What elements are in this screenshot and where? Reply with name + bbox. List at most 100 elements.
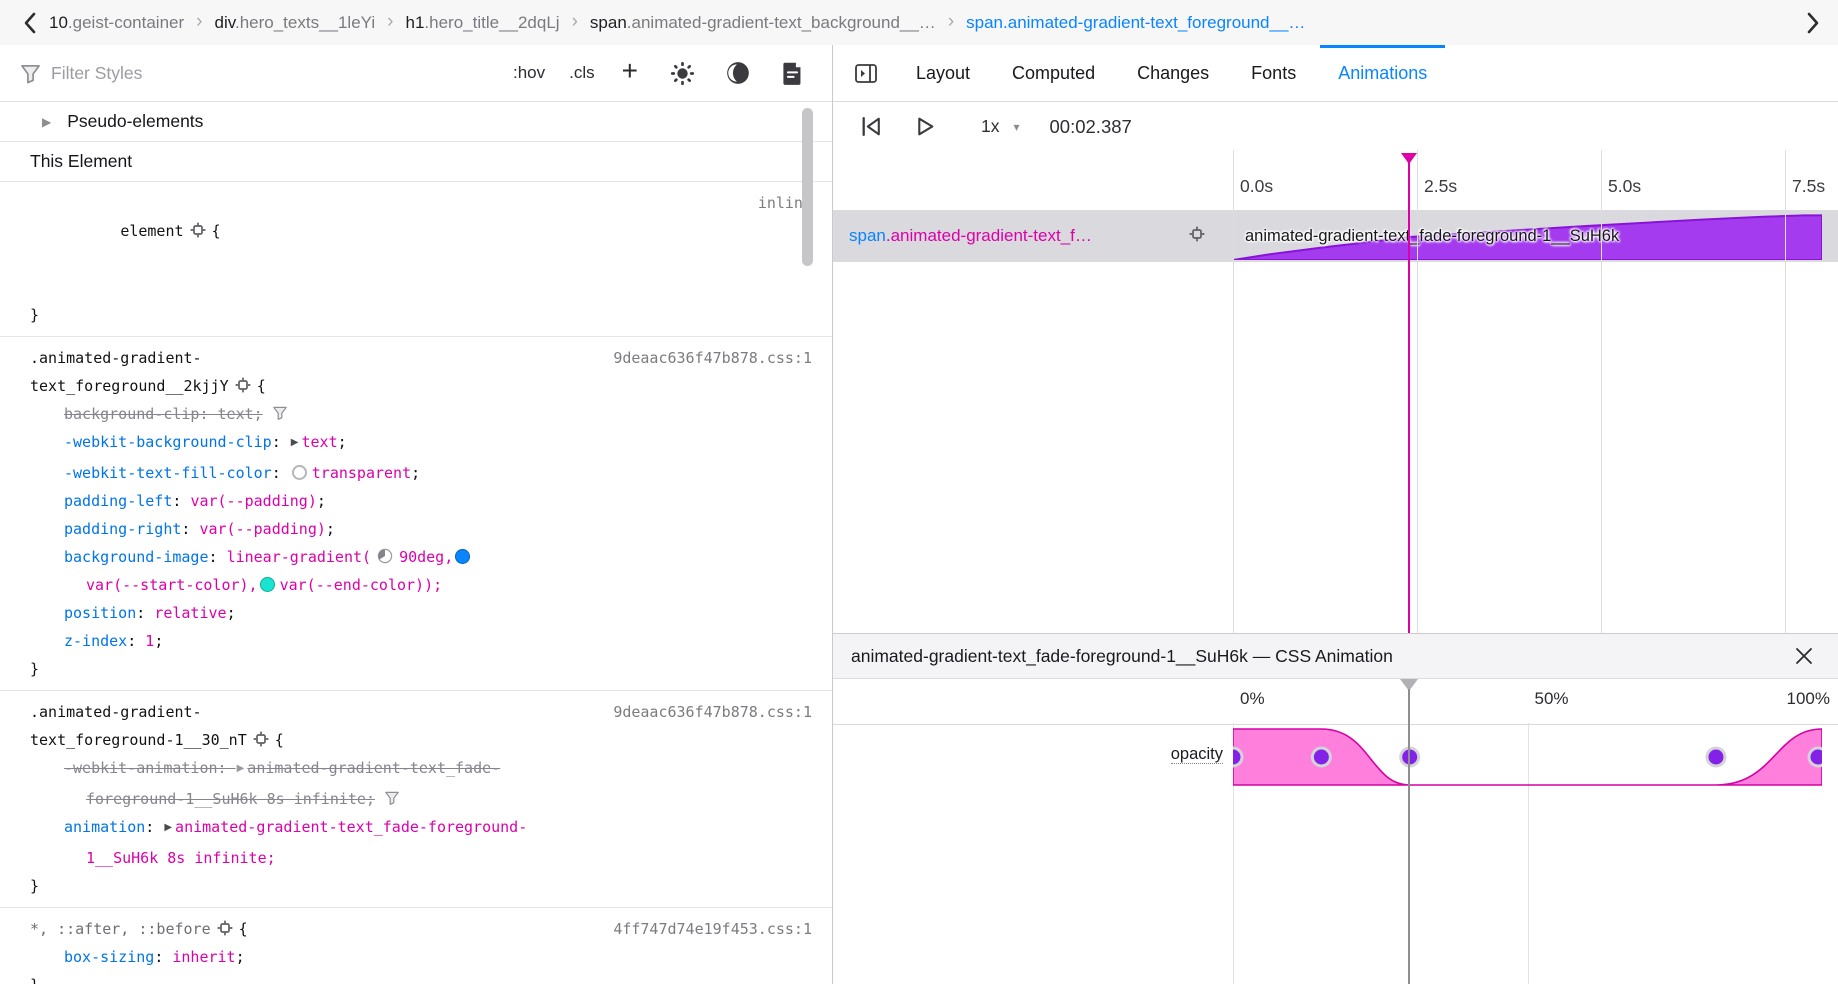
property-name[interactable]: background-image <box>64 548 209 566</box>
percent-tick-label: 100% <box>1787 689 1830 709</box>
rule-close-brace: } <box>30 872 810 900</box>
color-swatch[interactable] <box>455 549 470 564</box>
percent-tick-label: 0% <box>1240 689 1265 709</box>
light-mode-icon[interactable] <box>660 61 705 86</box>
property-name[interactable]: box-sizing <box>64 948 154 966</box>
rule-selector[interactable]: text_foreground__2kjjY{ <box>30 372 810 400</box>
css-declaration: foreground-1__SuH6k 8s infinite; <box>30 785 810 813</box>
filter-property-icon[interactable] <box>272 405 288 421</box>
breadcrumb-item[interactable]: span.animated-gradient-text_background__… <box>590 13 936 33</box>
crumb-class: .animated-gradient-text_foreground__… <box>1003 13 1305 32</box>
property-name[interactable]: -webkit-background-clip <box>64 433 272 451</box>
dark-mode-icon[interactable] <box>715 60 761 86</box>
pseudo-elements-label: Pseudo-elements <box>67 111 203 132</box>
playback-rate-select[interactable]: 1x ▾ <box>981 116 1020 137</box>
tab-animations[interactable]: Animations <box>1317 45 1448 101</box>
panel-toggle-icon[interactable] <box>849 64 883 83</box>
property-name[interactable]: -webkit-text-fill-color <box>64 464 272 482</box>
css-declaration: animation: ▶animated-gradient-text_fade-… <box>30 813 810 844</box>
keyframe-dot[interactable] <box>1233 748 1242 766</box>
expand-value-icon[interactable]: ▶ <box>164 814 172 842</box>
property-name[interactable]: position <box>64 604 136 622</box>
stylesheet-source-link[interactable]: 4ff747d74e19f453.css:1 <box>613 915 812 943</box>
timeline-tick-label: 7.5s <box>1792 176 1825 197</box>
breadcrumb-item[interactable]: 10.geist-container <box>49 13 184 33</box>
pseudo-elements-section[interactable]: ▶ Pseudo-elements <box>0 102 832 142</box>
rule-selector[interactable]: .animated-gradient- 9deaac636f47b878.css:… <box>30 698 810 726</box>
keyframe-dot[interactable] <box>1312 748 1330 766</box>
property-value: var(--padding) <box>190 492 316 510</box>
property-name[interactable]: padding-left <box>64 492 172 510</box>
tab-changes[interactable]: Changes <box>1116 45 1230 101</box>
target-icon[interactable] <box>217 920 233 936</box>
breadcrumb-back-icon[interactable] <box>14 8 45 38</box>
element-rule-close: } <box>30 301 810 329</box>
keyframe-dot[interactable] <box>1809 748 1822 766</box>
css-declaration: z-index: 1; <box>30 627 810 655</box>
crumb-tag: span <box>966 13 1003 32</box>
property-value: inherit <box>172 948 235 966</box>
opacity-keyframes-graph[interactable] <box>1233 723 1822 795</box>
crumb-tag: div <box>214 13 234 32</box>
rule-selector[interactable]: text_foreground-1__30_nT{ <box>30 726 810 754</box>
rewind-button[interactable] <box>859 114 884 139</box>
collapse-caret-icon[interactable]: ▶ <box>42 115 51 129</box>
add-rule-button[interactable]: + <box>610 57 650 85</box>
animation-track-row[interactable]: span.animated-gradient-text_f… animated-… <box>833 210 1838 262</box>
element-rule-open[interactable]: element{ inline <box>30 189 810 301</box>
property-name[interactable]: padding-right <box>64 520 181 538</box>
animation-summary-bar[interactable] <box>1233 212 1822 260</box>
track-node-label[interactable]: span.animated-gradient-text_f… <box>849 210 1092 262</box>
rule-selector[interactable]: *, ::after, ::before{4ff747d74e19f453.cs… <box>30 915 810 943</box>
selector-text: .animated-gradient- <box>30 349 202 367</box>
crumb-class: .animated-gradient-text_background__… <box>627 13 936 32</box>
tab-layout[interactable]: Layout <box>895 45 991 101</box>
sidebar-tabbar: LayoutComputedChangesFontsAnimations <box>833 45 1838 102</box>
crumb-class: .hero_texts__1leYi <box>235 13 375 32</box>
color-swatch[interactable] <box>260 577 275 592</box>
stylesheet-source-link[interactable]: 9deaac636f47b878.css:1 <box>613 344 812 372</box>
filter-property-icon[interactable] <box>384 790 400 806</box>
breadcrumb-item[interactable]: span.animated-gradient-text_foreground__… <box>966 13 1305 33</box>
crumb-tag: span <box>590 13 627 32</box>
print-media-icon[interactable] <box>771 61 814 86</box>
toggle-hover-pseudo[interactable]: :hov <box>504 63 554 83</box>
rule-toggles: :hov .cls + <box>504 59 650 87</box>
filter-styles-input[interactable]: Filter Styles <box>51 63 494 84</box>
tab-fonts[interactable]: Fonts <box>1230 45 1317 101</box>
code-text: : <box>272 464 290 482</box>
keyframes-title: animated-gradient-text_fade-foreground-1… <box>851 646 1788 667</box>
target-icon[interactable] <box>1189 226 1205 242</box>
rules-scrollbar-thumb[interactable] <box>802 108 813 266</box>
breadcrumb-forward-icon[interactable] <box>1797 8 1828 38</box>
expand-value-icon[interactable]: ▶ <box>291 429 299 457</box>
rule-selector[interactable]: .animated-gradient- 9deaac636f47b878.css:… <box>30 344 810 372</box>
expand-value-icon[interactable]: ▶ <box>237 755 245 783</box>
property-link[interactable]: opacity <box>1171 745 1223 764</box>
selector-text: .animated-gradient- <box>30 703 202 721</box>
property-name[interactable]: animation <box>64 818 145 836</box>
breadcrumb-item[interactable]: h1.hero_title__2dqLj <box>405 13 559 33</box>
keyframes-playhead-line <box>1408 689 1410 984</box>
stylesheet-source-link[interactable]: 9deaac636f47b878.css:1 <box>613 698 812 726</box>
playhead-handle[interactable] <box>1401 153 1417 164</box>
target-icon[interactable] <box>253 731 269 747</box>
property-value: var(--end-color)); <box>280 576 443 594</box>
playhead-line[interactable] <box>1408 153 1410 633</box>
transparent-swatch[interactable] <box>292 465 307 480</box>
angle-swatch-icon[interactable] <box>377 548 393 564</box>
toggle-class-panel[interactable]: .cls <box>560 63 604 83</box>
close-icon[interactable] <box>1788 642 1820 670</box>
property-name[interactable]: z-index <box>64 632 127 650</box>
target-icon[interactable] <box>235 377 251 393</box>
tab-computed[interactable]: Computed <box>991 45 1116 101</box>
keyframe-dot[interactable] <box>1707 748 1725 766</box>
property-value: linear-gradient( <box>227 548 372 566</box>
code-text: ; <box>338 433 347 451</box>
property-value: var(--start-color), <box>86 576 258 594</box>
play-button[interactable] <box>912 114 937 139</box>
sidebar-panel: LayoutComputedChangesFontsAnimations 1x … <box>833 45 1838 984</box>
target-icon[interactable] <box>190 222 206 238</box>
breadcrumb-item[interactable]: div.hero_texts__1leYi <box>214 13 375 33</box>
css-declaration: background-clip: text; <box>30 400 810 428</box>
